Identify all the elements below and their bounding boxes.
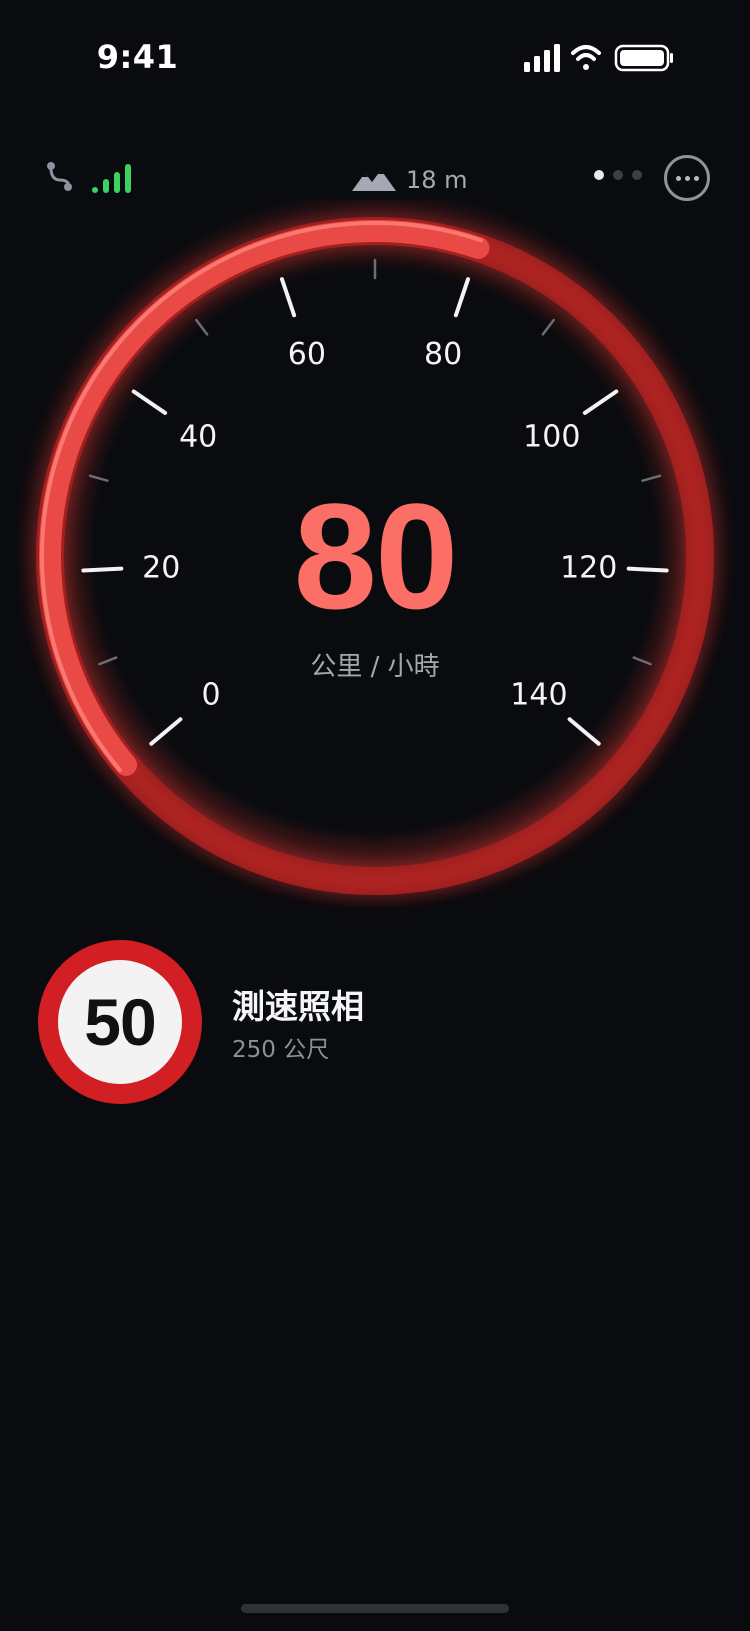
mountain-icon xyxy=(352,170,396,191)
wifi-icon xyxy=(571,45,601,70)
gauge-tick-label: 40 xyxy=(179,419,217,454)
page-dot-2[interactable] xyxy=(613,170,623,180)
elevation-indicator: 18 m xyxy=(352,160,468,200)
gauge-major-tick xyxy=(626,566,669,573)
more-icon-dot xyxy=(684,175,690,181)
cellular-signal-icon xyxy=(524,44,560,72)
speed-limit-sign: 50 xyxy=(38,940,202,1104)
status-time: 9:41 xyxy=(96,38,179,76)
alert-distance: 250 公尺 xyxy=(232,1037,330,1063)
gauge-tick-label: 80 xyxy=(424,337,462,372)
more-icon-dot xyxy=(693,175,699,181)
current-speed: 80 xyxy=(293,472,459,640)
status-icons xyxy=(524,44,673,72)
more-icon-dot xyxy=(675,175,681,181)
speed-limit-value: 50 xyxy=(58,960,182,1084)
alert-title: 測速照相 xyxy=(232,987,364,1026)
gauge-tick-label: 100 xyxy=(523,419,580,454)
route-icon[interactable] xyxy=(44,160,76,194)
speed-unit: 公里 / 小時 xyxy=(310,652,440,682)
more-button[interactable] xyxy=(664,155,710,201)
battery-icon xyxy=(614,44,673,72)
home-indicator[interactable] xyxy=(241,1604,509,1613)
elevation-value: 18 m xyxy=(406,166,468,194)
gauge-major-tick xyxy=(81,566,124,573)
page-dot-3[interactable] xyxy=(632,170,642,180)
page-indicator[interactable] xyxy=(594,170,642,180)
page-dot-1[interactable] xyxy=(594,170,604,180)
gauge-tick-label: 60 xyxy=(288,337,326,372)
gps-signal-icon xyxy=(92,164,131,193)
